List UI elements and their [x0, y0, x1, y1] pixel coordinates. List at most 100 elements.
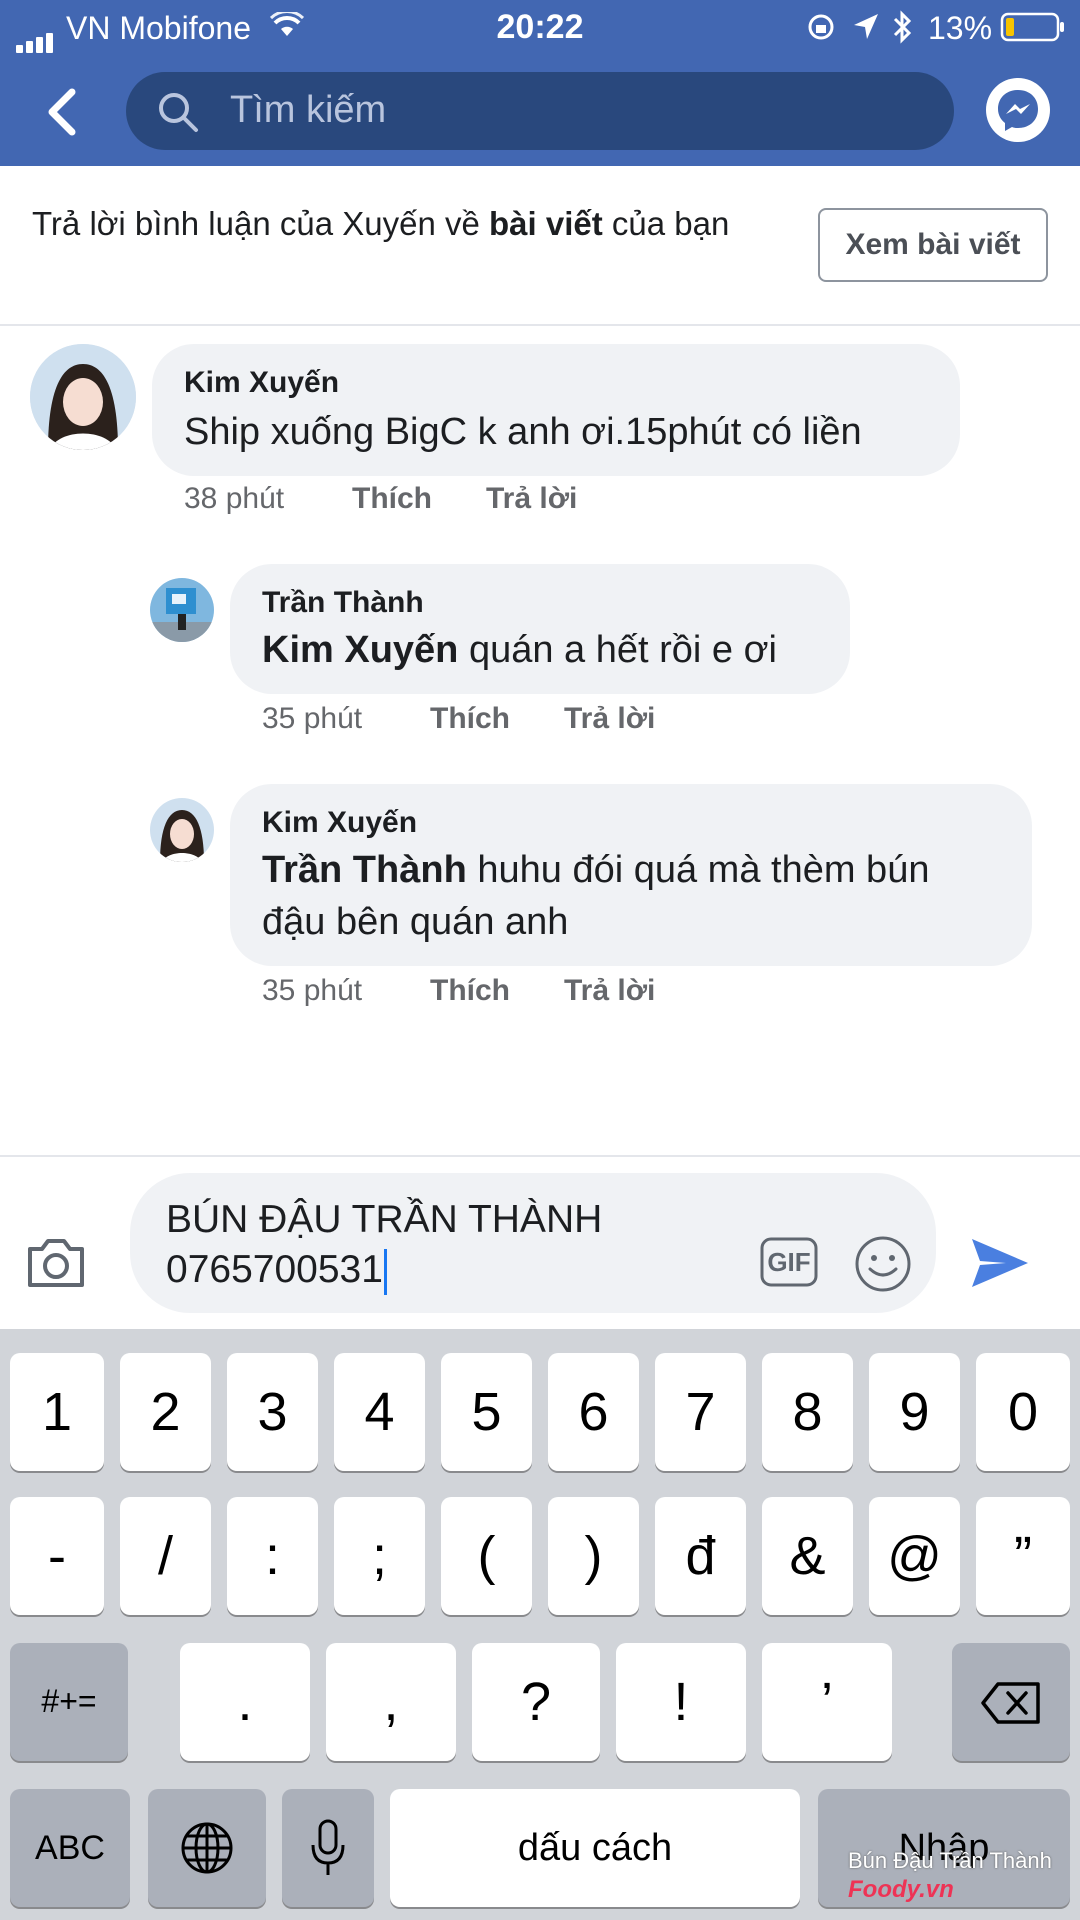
key-0[interactable]: 0 [976, 1353, 1070, 1471]
key-label: ? [520, 1672, 552, 1732]
key-close-paren[interactable]: ) [548, 1497, 639, 1615]
key-label: 8 [792, 1382, 823, 1442]
key-2[interactable]: 2 [120, 1353, 211, 1471]
key-label: dấu cách [517, 1827, 673, 1869]
like-button[interactable]: Thích [430, 974, 510, 1008]
search-icon [159, 93, 198, 132]
key-period[interactable]: . [180, 1643, 310, 1761]
comment-author[interactable]: Kim Xuyến [262, 806, 417, 840]
key-dong[interactable]: đ [655, 1497, 746, 1615]
key-label: 5 [471, 1382, 502, 1442]
banner-post-link[interactable]: bài viết [489, 205, 603, 242]
key-5[interactable]: 5 [441, 1353, 532, 1471]
key-colon[interactable]: : [227, 1497, 318, 1615]
abc-key[interactable]: ABC [10, 1789, 130, 1907]
backspace-key[interactable] [952, 1643, 1070, 1761]
key-label: 2 [150, 1382, 181, 1442]
globe-key[interactable] [148, 1789, 266, 1907]
comment-author[interactable]: Kim Xuyến [184, 366, 339, 400]
reply-button[interactable]: Trả lời [564, 974, 655, 1008]
key-quote[interactable]: ” [976, 1497, 1070, 1615]
key-label: & [789, 1526, 826, 1586]
comment-input-text: BÚN ĐẬU TRẦN THÀNH 0765700531 [166, 1195, 602, 1295]
avatar[interactable] [150, 798, 214, 862]
search-placeholder: Tìm kiếm [230, 89, 387, 131]
key-label: 4 [364, 1382, 395, 1442]
key-label: ( [477, 1526, 496, 1586]
key-label: ! [673, 1672, 689, 1732]
avatar-image [150, 578, 214, 642]
comment-mention[interactable]: Kim Xuyến [262, 629, 458, 671]
key-semicolon[interactable]: ; [334, 1497, 425, 1615]
view-post-button[interactable]: Xem bài viết [818, 208, 1048, 282]
key-ampersand[interactable]: & [762, 1497, 853, 1615]
key-at[interactable]: @ [869, 1497, 960, 1615]
like-button[interactable]: Thích [352, 482, 432, 516]
key-1[interactable]: 1 [10, 1353, 104, 1471]
key-question[interactable]: ? [472, 1643, 600, 1761]
comment-input[interactable]: BÚN ĐẬU TRẦN THÀNH 0765700531 GIF [130, 1173, 936, 1313]
battery-icon [1000, 12, 1064, 42]
space-key[interactable]: dấu cách [390, 1789, 800, 1907]
bluetooth-icon [893, 10, 912, 44]
banner-text-after: của bạn [602, 205, 730, 242]
key-label: 0 [1007, 1382, 1039, 1442]
avatar-image [30, 344, 136, 450]
emoji-icon[interactable] [854, 1235, 912, 1293]
key-hyphen[interactable]: - [10, 1497, 104, 1615]
key-open-paren[interactable]: ( [441, 1497, 532, 1615]
key-exclaim[interactable]: ! [616, 1643, 746, 1761]
reply-button[interactable]: Trả lời [486, 482, 577, 516]
key-label: @ [887, 1526, 942, 1586]
comment-time: 35 phút [262, 702, 363, 735]
messenger-button[interactable] [986, 78, 1050, 142]
key-label: 7 [685, 1382, 716, 1442]
location-icon [854, 14, 878, 39]
symbols-key[interactable]: #+= [10, 1643, 128, 1761]
key-7[interactable]: 7 [655, 1353, 746, 1471]
key-label: - [48, 1526, 66, 1586]
comment-text-rest: huhu đói quá mà thèm bún [466, 849, 930, 891]
microphone-icon [311, 1819, 345, 1875]
comment-author[interactable]: Trần Thành [262, 586, 424, 620]
watermark-text: Bún Đậu Trần Thành [848, 1848, 1052, 1873]
key-4[interactable]: 4 [334, 1353, 425, 1471]
key-slash[interactable]: / [120, 1497, 211, 1615]
key-6[interactable]: 6 [548, 1353, 639, 1471]
watermark-logo: Foody.vn [848, 1876, 954, 1903]
reply-button[interactable]: Trả lời [564, 702, 655, 736]
comment-input-line2: 0765700531 [166, 1248, 383, 1291]
battery-percent: 13% [928, 10, 993, 46]
key-9[interactable]: 9 [869, 1353, 960, 1471]
avatar[interactable] [30, 344, 136, 450]
key-comma[interactable]: , [326, 1643, 456, 1761]
microphone-key[interactable] [282, 1789, 374, 1907]
comment-bubble[interactable]: Kim Xuyến Trần Thành huhu đói quá mà thè… [230, 784, 1032, 966]
search-input[interactable]: Tìm kiếm [126, 72, 954, 150]
like-button[interactable]: Thích [430, 702, 510, 736]
comment-input-line1: BÚN ĐẬU TRẦN THÀNH [166, 1198, 603, 1241]
clock: 20:22 [496, 8, 584, 46]
key-apostrophe[interactable]: ’ [762, 1643, 892, 1761]
key-3[interactable]: 3 [227, 1353, 318, 1471]
send-icon[interactable] [970, 1235, 1030, 1291]
avatar[interactable] [150, 578, 214, 642]
key-label: 6 [578, 1382, 609, 1442]
comment-bubble[interactable]: Trần Thành Kim Xuyến quán a hết rồi e ơi [230, 564, 850, 694]
globe-icon [181, 1822, 233, 1874]
comment-bubble[interactable]: Kim Xuyến Ship xuống BigC k anh ơi.15phú… [152, 344, 960, 476]
comment-text-rest: quán a hết rồi e ơi [458, 629, 777, 671]
nav-row: Tìm kiếm [0, 70, 1080, 154]
messenger-icon [998, 90, 1038, 131]
key-8[interactable]: 8 [762, 1353, 853, 1471]
backspace-icon [981, 1682, 1040, 1724]
camera-icon[interactable] [24, 1235, 88, 1291]
key-label: ; [371, 1526, 387, 1586]
key-label: , [383, 1672, 399, 1732]
avatar-image [150, 798, 214, 862]
gif-button[interactable]: GIF [760, 1237, 818, 1287]
key-label: / [157, 1526, 173, 1586]
comment-mention[interactable]: Trần Thành [262, 849, 467, 891]
gif-label: GIF [767, 1247, 811, 1277]
back-arrow-icon[interactable] [42, 86, 82, 138]
